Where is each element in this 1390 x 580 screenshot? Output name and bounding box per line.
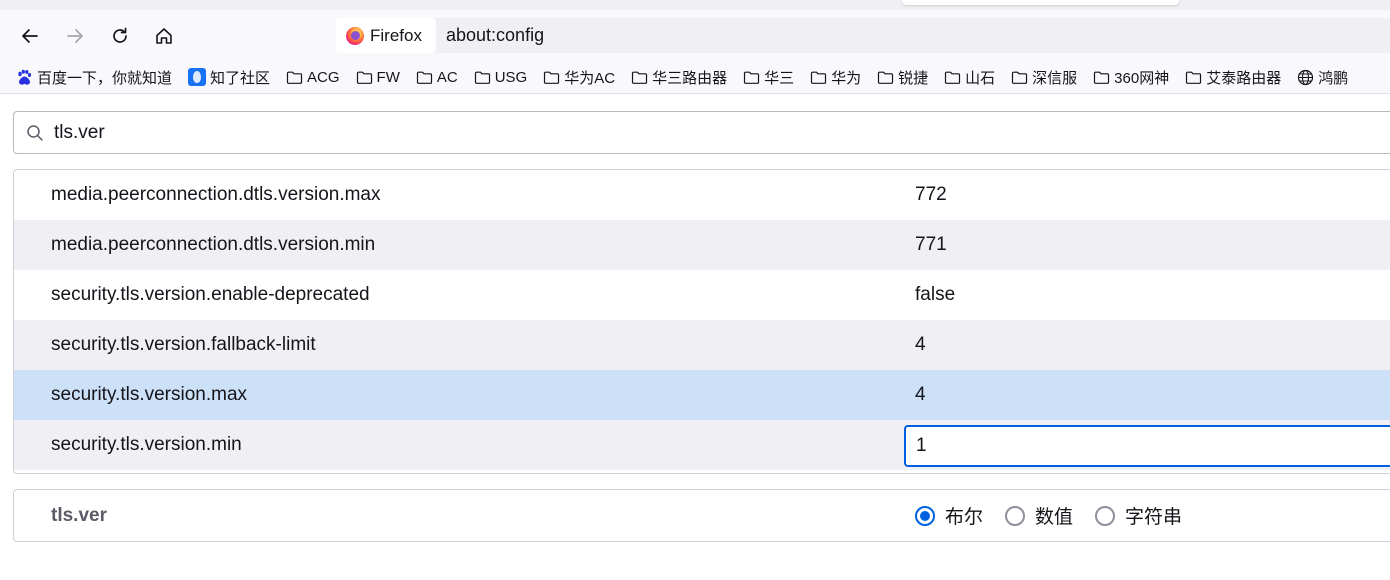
bookmark-label: 深信服 [1032,69,1078,87]
pref-value[interactable]: 4 [915,320,926,370]
bookmark-label: 华为 [831,69,862,87]
bookmark-item[interactable]: 知了社区 [188,67,270,88]
folder-icon [1094,71,1110,84]
new-pref-name: tls.ver [51,505,107,526]
pref-row-editing[interactable]: security.tls.version.min [14,420,1390,470]
bookmark-item[interactable]: 华为 [810,67,861,88]
pref-type-radio-group: 布尔 数值 字符串 [915,490,1204,541]
bookmark-label: ACG [307,68,340,86]
bookmark-item[interactable]: USG [474,68,528,86]
pref-row[interactable]: security.tls.version.enable-deprecated f… [14,270,1390,320]
pref-row-selected[interactable]: security.tls.version.max 4 [14,370,1390,420]
folder-icon [878,71,894,84]
search-input[interactable] [54,116,854,149]
bookmark-item[interactable]: 鸿鹏 [1297,67,1348,88]
bookmark-item[interactable]: ACG [286,69,340,86]
pref-name: media.peerconnection.dtls.version.max [51,184,381,205]
bookmark-label: 山石 [965,69,996,87]
folder-icon [544,71,560,84]
bookmarks-toolbar: 百度一下，你就知道 知了社区 ACG FW AC USG 华为AC 华三路由器 华三 华为 锐捷 山石… [0,61,1390,94]
bookmark-item[interactable]: 锐捷 [877,67,928,88]
folder-icon [474,71,490,84]
bookmark-item[interactable]: 艾泰路由器 [1185,67,1281,88]
reload-button[interactable] [106,22,134,50]
pref-name: security.tls.version.fallback-limit [51,334,316,355]
bookmark-item[interactable]: FW [356,69,400,86]
bookmark-label: USG [494,68,528,86]
bookmark-item[interactable]: 百度一下，你就知道 [16,67,172,88]
bookmark-label: FW [376,68,400,86]
folder-icon [356,71,372,84]
arrow-right-icon [67,29,83,43]
radio-unchecked-icon[interactable] [1095,505,1116,526]
url-bar[interactable]: Firefox about:config [336,18,1390,53]
pref-row[interactable]: media.peerconnection.dtls.version.min 77… [14,220,1390,270]
tab-strip [0,0,1390,10]
identity-label: Firefox [370,25,422,45]
radio-checked-icon[interactable] [915,505,935,526]
type-radio-boolean[interactable]: 布尔 [915,502,983,529]
url-text[interactable]: about:config [446,18,544,53]
bookmark-label: 360网神 [1114,69,1170,87]
folder-icon [811,71,827,84]
bookmark-label: 鸿鹏 [1318,69,1349,87]
bookmark-item[interactable]: 山石 [944,67,995,88]
pref-value[interactable]: false [915,270,955,320]
folder-icon [1186,71,1202,84]
folder-icon [286,71,303,84]
type-radio-label: 字符串 [1125,507,1183,528]
bookmark-item[interactable]: 华为AC [543,67,615,88]
bookmark-item[interactable]: 360网神 [1093,67,1169,88]
bookmark-item[interactable]: AC [416,69,458,86]
bookmark-label: 知了社区 [210,69,271,87]
preferences-table: media.peerconnection.dtls.version.max 77… [13,169,1390,474]
search-icon [27,125,43,141]
identity-box[interactable]: Firefox [336,18,436,53]
bookmark-item[interactable]: 华三 [743,67,794,88]
type-radio-label: 数值 [1035,507,1074,528]
pref-row[interactable]: media.peerconnection.dtls.version.max 77… [14,170,1390,220]
home-button[interactable] [150,22,178,50]
zhihu-icon [188,68,207,86]
arrow-left-icon [22,29,38,43]
pref-row[interactable]: security.tls.version.fallback-limit 4 [14,320,1390,370]
bookmark-item[interactable]: 华三路由器 [631,67,727,88]
pref-value[interactable]: 4 [915,370,926,420]
reload-icon [113,27,127,43]
pref-name: media.peerconnection.dtls.version.min [51,234,376,255]
pref-value[interactable]: 771 [915,220,947,270]
bookmark-label: 华为AC [564,69,616,87]
radio-unchecked-icon[interactable] [1005,505,1026,526]
pref-value-edit-input[interactable] [904,425,1390,467]
type-radio-number[interactable]: 数值 [1005,502,1073,529]
baidu-icon [18,69,32,85]
bookmark-label: 锐捷 [898,69,929,87]
folder-icon [631,71,648,84]
forward-button[interactable] [61,22,89,50]
folder-icon [1012,71,1028,84]
add-pref-row: tls.ver 布尔 数值 字符串 [13,489,1390,542]
navigation-toolbar: Firefox about:config [0,10,1390,61]
bookmark-label: 华三 [764,69,795,87]
tab-fragment[interactable] [902,0,1179,5]
home-icon [156,28,172,44]
type-radio-label: 布尔 [945,507,984,528]
folder-icon [416,71,432,84]
pref-name: security.tls.version.min [51,434,242,455]
bookmark-label: AC [436,68,458,86]
globe-icon [1298,69,1314,85]
folder-icon [945,71,961,84]
folder-icon [743,71,760,84]
pref-name: security.tls.version.max [51,384,248,405]
back-button[interactable] [16,22,44,50]
pref-value[interactable]: 772 [915,170,947,220]
bookmark-item[interactable]: 深信服 [1011,67,1077,88]
bookmark-label: 百度一下，你就知道 [37,69,173,87]
search-box[interactable] [13,111,1390,154]
firefox-logo-icon [346,26,364,45]
bookmark-label: 艾泰路由器 [1206,69,1282,87]
type-radio-string[interactable]: 字符串 [1095,502,1182,529]
bookmark-label: 华三路由器 [652,69,728,87]
pref-name: security.tls.version.enable-deprecated [51,284,370,305]
